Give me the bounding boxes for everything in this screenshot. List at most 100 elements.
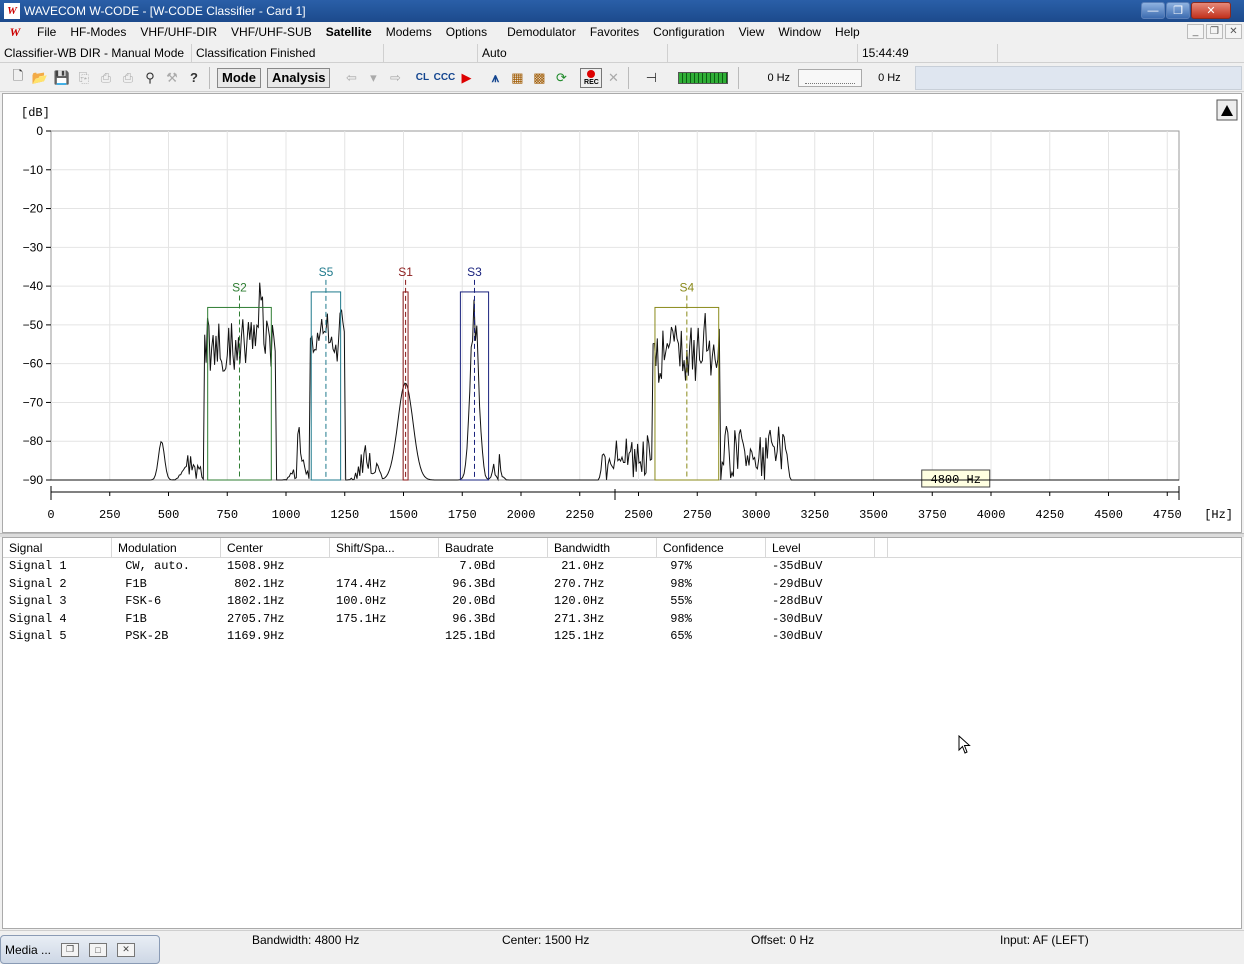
toolbar-panel (914, 65, 1242, 90)
table-cell: 120.0Hz (554, 594, 605, 608)
table-cell: 1802.1Hz (227, 594, 285, 608)
print-preview-icon[interactable]: ⎙ (118, 68, 138, 88)
freq-slider[interactable] (798, 68, 863, 87)
signal-label-s3: S3 (467, 265, 482, 279)
column-header[interactable]: Level (766, 538, 875, 557)
mdi-restore-icon[interactable]: ❐ (1206, 24, 1223, 39)
column-header[interactable]: Baudrate (439, 538, 548, 557)
close-icon[interactable]: ✕ (1191, 2, 1231, 19)
menu-view[interactable]: View (732, 22, 772, 42)
toolbar: 🗋 📂 💾 ⎘ ⎙ ⎙ ⚲ ⚒ ? Mode Analysis ⇦ ▾ ⇨ CL… (0, 64, 1244, 92)
grid-icon[interactable]: ▦ (507, 68, 527, 88)
table-cell: 20.0Bd (445, 594, 496, 608)
y-tick-label: −70 (23, 395, 44, 409)
toolbar-separator (209, 66, 210, 89)
table-body: Signal 1 CW, auto. 1508.9Hz 7.0Bd 21.0Hz … (3, 558, 1241, 646)
document-logo-icon[interactable]: W (6, 23, 24, 41)
save-icon[interactable]: 💾 (52, 68, 72, 88)
taskbar-maximize-icon[interactable]: □ (89, 942, 107, 957)
y-tick-label: −30 (23, 240, 44, 254)
back-arrow-icon[interactable]: ⇦ (341, 68, 361, 88)
mode-button[interactable]: Mode (217, 67, 261, 88)
dropdown-arrow-icon[interactable]: ▾ (363, 68, 383, 88)
table-cell: 96.3Bd (445, 611, 496, 626)
spectrum-chart[interactable]: [dB] 0 −10 −20 −30 −40 −50 −60 −70 −80 −90 0 250 500 7… (3, 94, 1241, 532)
slider-track (805, 82, 856, 84)
table-cell: 65% (663, 629, 692, 643)
x-tick-label: 500 (158, 508, 180, 522)
y-tick-label: −60 (23, 357, 44, 371)
y-tick-label: −80 (23, 434, 44, 448)
mdi-minimize-icon[interactable]: _ (1187, 24, 1204, 39)
record-button[interactable]: REC (580, 67, 603, 88)
new-file-icon[interactable]: 🗋 (8, 68, 28, 88)
menu-window[interactable]: Window (771, 22, 828, 42)
tools-icon[interactable]: ⚒ (162, 68, 182, 88)
table-cell: Signal 2 (9, 576, 67, 591)
column-header[interactable]: Bandwidth (548, 538, 657, 557)
freq-left-label: 0 Hz (767, 71, 791, 84)
cl-icon[interactable]: CL (412, 68, 432, 88)
play-icon[interactable]: ▶ (456, 68, 476, 88)
menu-vhf-uhf-dir[interactable]: VHF/UHF-DIR (133, 22, 224, 42)
table-row[interactable]: Signal 5 PSK-2B 1169.9Hz 125.1Bd 125.1Hz 65… (3, 628, 1241, 646)
menu-vhf-uhf-sub[interactable]: VHF/UHF-SUB (224, 22, 319, 42)
menu-hf-modes[interactable]: HF-Modes (63, 22, 133, 42)
taskbar-close-icon[interactable]: ✕ (117, 942, 135, 957)
pin-icon[interactable]: ⊣ (641, 68, 661, 88)
table-cell: 125.1Hz (554, 629, 605, 643)
minimize-icon[interactable]: — (1141, 2, 1165, 19)
mute-icon[interactable]: ✕ (603, 68, 623, 88)
spectrum-icon[interactable]: ⩚ (485, 68, 505, 88)
copy-icon[interactable]: ⎘ (74, 68, 94, 88)
x-tick-label: 250 (99, 508, 121, 522)
table-cell (330, 628, 439, 646)
table-row[interactable]: Signal 1 CW, auto. 1508.9Hz 7.0Bd 21.0Hz … (3, 558, 1241, 576)
mdi-close-icon[interactable]: ✕ (1225, 24, 1242, 39)
forward-arrow-icon[interactable]: ⇨ (385, 68, 405, 88)
menu-configuration[interactable]: Configuration (646, 22, 731, 42)
menu-demodulator[interactable]: Demodulator (500, 22, 583, 42)
y-tick-label: 0 (36, 124, 43, 138)
menu-favorites[interactable]: Favorites (583, 22, 646, 42)
menu-options[interactable]: Options (439, 22, 494, 42)
table-cell: 175.1Hz (336, 611, 387, 626)
x-tick-label: 2750 (683, 508, 712, 522)
column-header[interactable]: Modulation (112, 538, 221, 557)
waterfall-icon[interactable]: ▩ (529, 68, 549, 88)
menu-satellite[interactable]: Satellite (319, 22, 379, 42)
title-bar: W WAVECOM W-CODE - [W-CODE Classifier - … (0, 0, 1244, 22)
table-cell: 21.0Hz (554, 559, 605, 573)
y-tick-label: −40 (23, 279, 44, 293)
open-folder-icon[interactable]: 📂 (30, 68, 50, 88)
binoculars-icon[interactable]: ⚲ (140, 68, 160, 88)
column-header[interactable]: Shift/Spa... (330, 538, 439, 557)
table-cell: Signal 1 (9, 559, 67, 573)
taskbar-restore-icon[interactable]: ❐ (61, 942, 79, 957)
print-icon[interactable]: ⎙ (96, 68, 116, 88)
column-header[interactable]: Confidence (657, 538, 766, 557)
maximize-icon[interactable]: ❐ (1166, 2, 1190, 19)
table-row[interactable]: Signal 3 FSK-6 1802.1Hz 100.0Hz 20.0Bd 120.… (3, 593, 1241, 611)
x-tick-label: 3000 (742, 508, 771, 522)
analysis-button[interactable]: Analysis (266, 67, 331, 88)
table-cell: 125.1Bd (445, 629, 496, 643)
table-row[interactable]: Signal 2 F1B 802.1Hz 174.4Hz 96.3Bd 270.7H… (3, 576, 1241, 594)
refresh-icon[interactable]: ⟳ (551, 68, 571, 88)
taskbar-media-button[interactable]: Media ... ❐ □ ✕ (0, 935, 160, 964)
table-cell: 270.7Hz (554, 576, 605, 591)
freq-right-label: 0 Hz (878, 71, 901, 84)
table-cell (330, 558, 439, 576)
table-cell: -29dBuV (772, 576, 823, 591)
ccc-icon[interactable]: CCC (434, 68, 456, 88)
table-cell: F1B (118, 611, 147, 626)
menu-modems[interactable]: Modems (379, 22, 439, 42)
menu-help[interactable]: Help (828, 22, 867, 42)
column-header[interactable]: Center (221, 538, 330, 557)
menu-file[interactable]: File (30, 22, 63, 42)
column-header[interactable]: Signal (3, 538, 112, 557)
table-cell: 174.4Hz (336, 576, 387, 591)
table-row[interactable]: Signal 4 F1B 2705.7Hz 175.1Hz 96.3Bd 271.3H… (3, 611, 1241, 629)
help-icon[interactable]: ? (184, 68, 204, 88)
table-cell: 98% (663, 576, 692, 591)
